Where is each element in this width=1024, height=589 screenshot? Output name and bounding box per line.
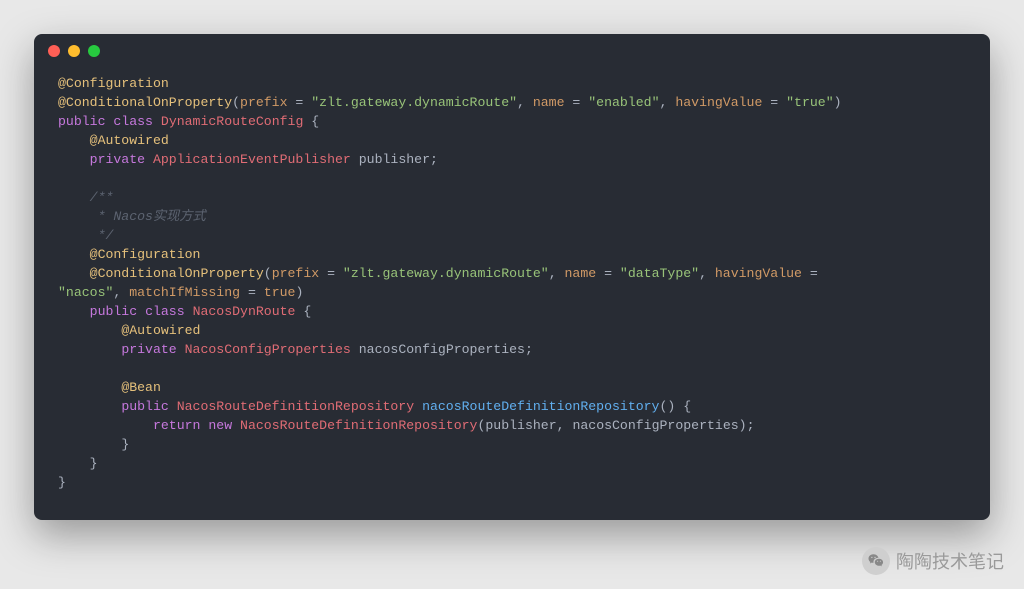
type-NacosConfigProperties: NacosConfigProperties — [185, 342, 351, 357]
eq: = — [802, 266, 826, 281]
bool-true: true — [264, 285, 296, 300]
attr-name: name — [565, 266, 597, 281]
kw-public: public — [121, 399, 168, 414]
watermark: 陶陶技术笔记 — [862, 547, 1004, 575]
annotation-configuration: @Configuration — [90, 247, 201, 262]
space — [185, 304, 193, 319]
annotation-configuration: @Configuration — [58, 76, 169, 91]
comma: , — [699, 266, 715, 281]
semi: ; — [747, 418, 755, 433]
type-ApplicationEventPublisher: ApplicationEventPublisher — [153, 152, 351, 167]
comment-line: */ — [90, 228, 114, 243]
space — [169, 399, 177, 414]
space — [351, 152, 359, 167]
comment-line: * Nacos实现方式 — [90, 209, 206, 224]
space — [137, 304, 145, 319]
brace-open: { — [675, 399, 691, 414]
return-type: NacosRouteDefinitionRepository — [177, 399, 414, 414]
comma: , — [549, 266, 565, 281]
paren-close: ) — [739, 418, 747, 433]
eq: = — [288, 95, 312, 110]
annotation-conditional: @ConditionalOnProperty — [90, 266, 264, 281]
paren-open: ( — [264, 266, 272, 281]
str-zlt: "zlt.gateway.dynamicRoute" — [343, 266, 549, 281]
window-titlebar — [34, 34, 990, 68]
kw-class: class — [113, 114, 153, 129]
paren-close: ) — [295, 285, 303, 300]
class-decl-NacosDynRoute: NacosDynRoute — [193, 304, 296, 319]
str-true: "true" — [786, 95, 833, 110]
minimize-icon[interactable] — [68, 45, 80, 57]
brace-open: { — [303, 114, 319, 129]
arg-publisher: publisher — [485, 418, 556, 433]
attr-name: name — [533, 95, 565, 110]
var-nacosConfigProperties: nacosConfigProperties — [359, 342, 525, 357]
kw-public: public — [58, 114, 105, 129]
paren-open: ( — [232, 95, 240, 110]
space — [351, 342, 359, 357]
str-nacos: "nacos" — [58, 285, 113, 300]
kw-new: new — [208, 418, 232, 433]
attr-prefix: prefix — [272, 266, 319, 281]
space — [177, 342, 185, 357]
fn-name: nacosRouteDefinitionRepository — [422, 399, 659, 414]
kw-public: public — [90, 304, 137, 319]
eq: = — [319, 266, 343, 281]
comment-line: /** — [90, 190, 114, 205]
annotation-conditional: @ConditionalOnProperty — [58, 95, 232, 110]
space — [414, 399, 422, 414]
eq: = — [565, 95, 589, 110]
comma: , — [113, 285, 129, 300]
comma: , — [557, 418, 573, 433]
close-icon[interactable] — [48, 45, 60, 57]
space — [232, 418, 240, 433]
brace-close: } — [90, 456, 98, 471]
str-zlt: "zlt.gateway.dynamicRoute" — [311, 95, 517, 110]
annotation-autowired: @Autowired — [121, 323, 200, 338]
eq: = — [240, 285, 264, 300]
brace-close: } — [58, 475, 66, 490]
code-block: @Configuration @ConditionalOnProperty(pr… — [34, 68, 990, 520]
kw-return: return — [153, 418, 200, 433]
attr-matchIfMissing: matchIfMissing — [129, 285, 240, 300]
maximize-icon[interactable] — [88, 45, 100, 57]
kw-private: private — [121, 342, 176, 357]
annotation-bean: @Bean — [121, 380, 161, 395]
str-dataType: "dataType" — [620, 266, 699, 281]
code-window: @Configuration @ConditionalOnProperty(pr… — [34, 34, 990, 520]
eq: = — [762, 95, 786, 110]
attr-prefix: prefix — [240, 95, 287, 110]
paren-close: ) — [834, 95, 842, 110]
attr-havingValue: havingValue — [675, 95, 762, 110]
space — [153, 114, 161, 129]
space — [145, 152, 153, 167]
attr-havingValue: havingValue — [715, 266, 802, 281]
var-publisher: publisher — [359, 152, 430, 167]
brace-close: } — [121, 437, 129, 452]
annotation-autowired: @Autowired — [90, 133, 169, 148]
semi: ; — [525, 342, 533, 357]
watermark-text: 陶陶技术笔记 — [896, 548, 1004, 574]
wechat-icon — [862, 547, 890, 575]
ctor-name: NacosRouteDefinitionRepository — [240, 418, 477, 433]
str-enabled: "enabled" — [588, 95, 659, 110]
comma: , — [660, 95, 676, 110]
brace-open: { — [295, 304, 311, 319]
eq: = — [596, 266, 620, 281]
kw-private: private — [90, 152, 145, 167]
comma: , — [517, 95, 533, 110]
arg-nacosConfigProperties: nacosConfigProperties — [572, 418, 738, 433]
kw-class: class — [145, 304, 185, 319]
semi: ; — [430, 152, 438, 167]
class-decl-DynamicRouteConfig: DynamicRouteConfig — [161, 114, 303, 129]
